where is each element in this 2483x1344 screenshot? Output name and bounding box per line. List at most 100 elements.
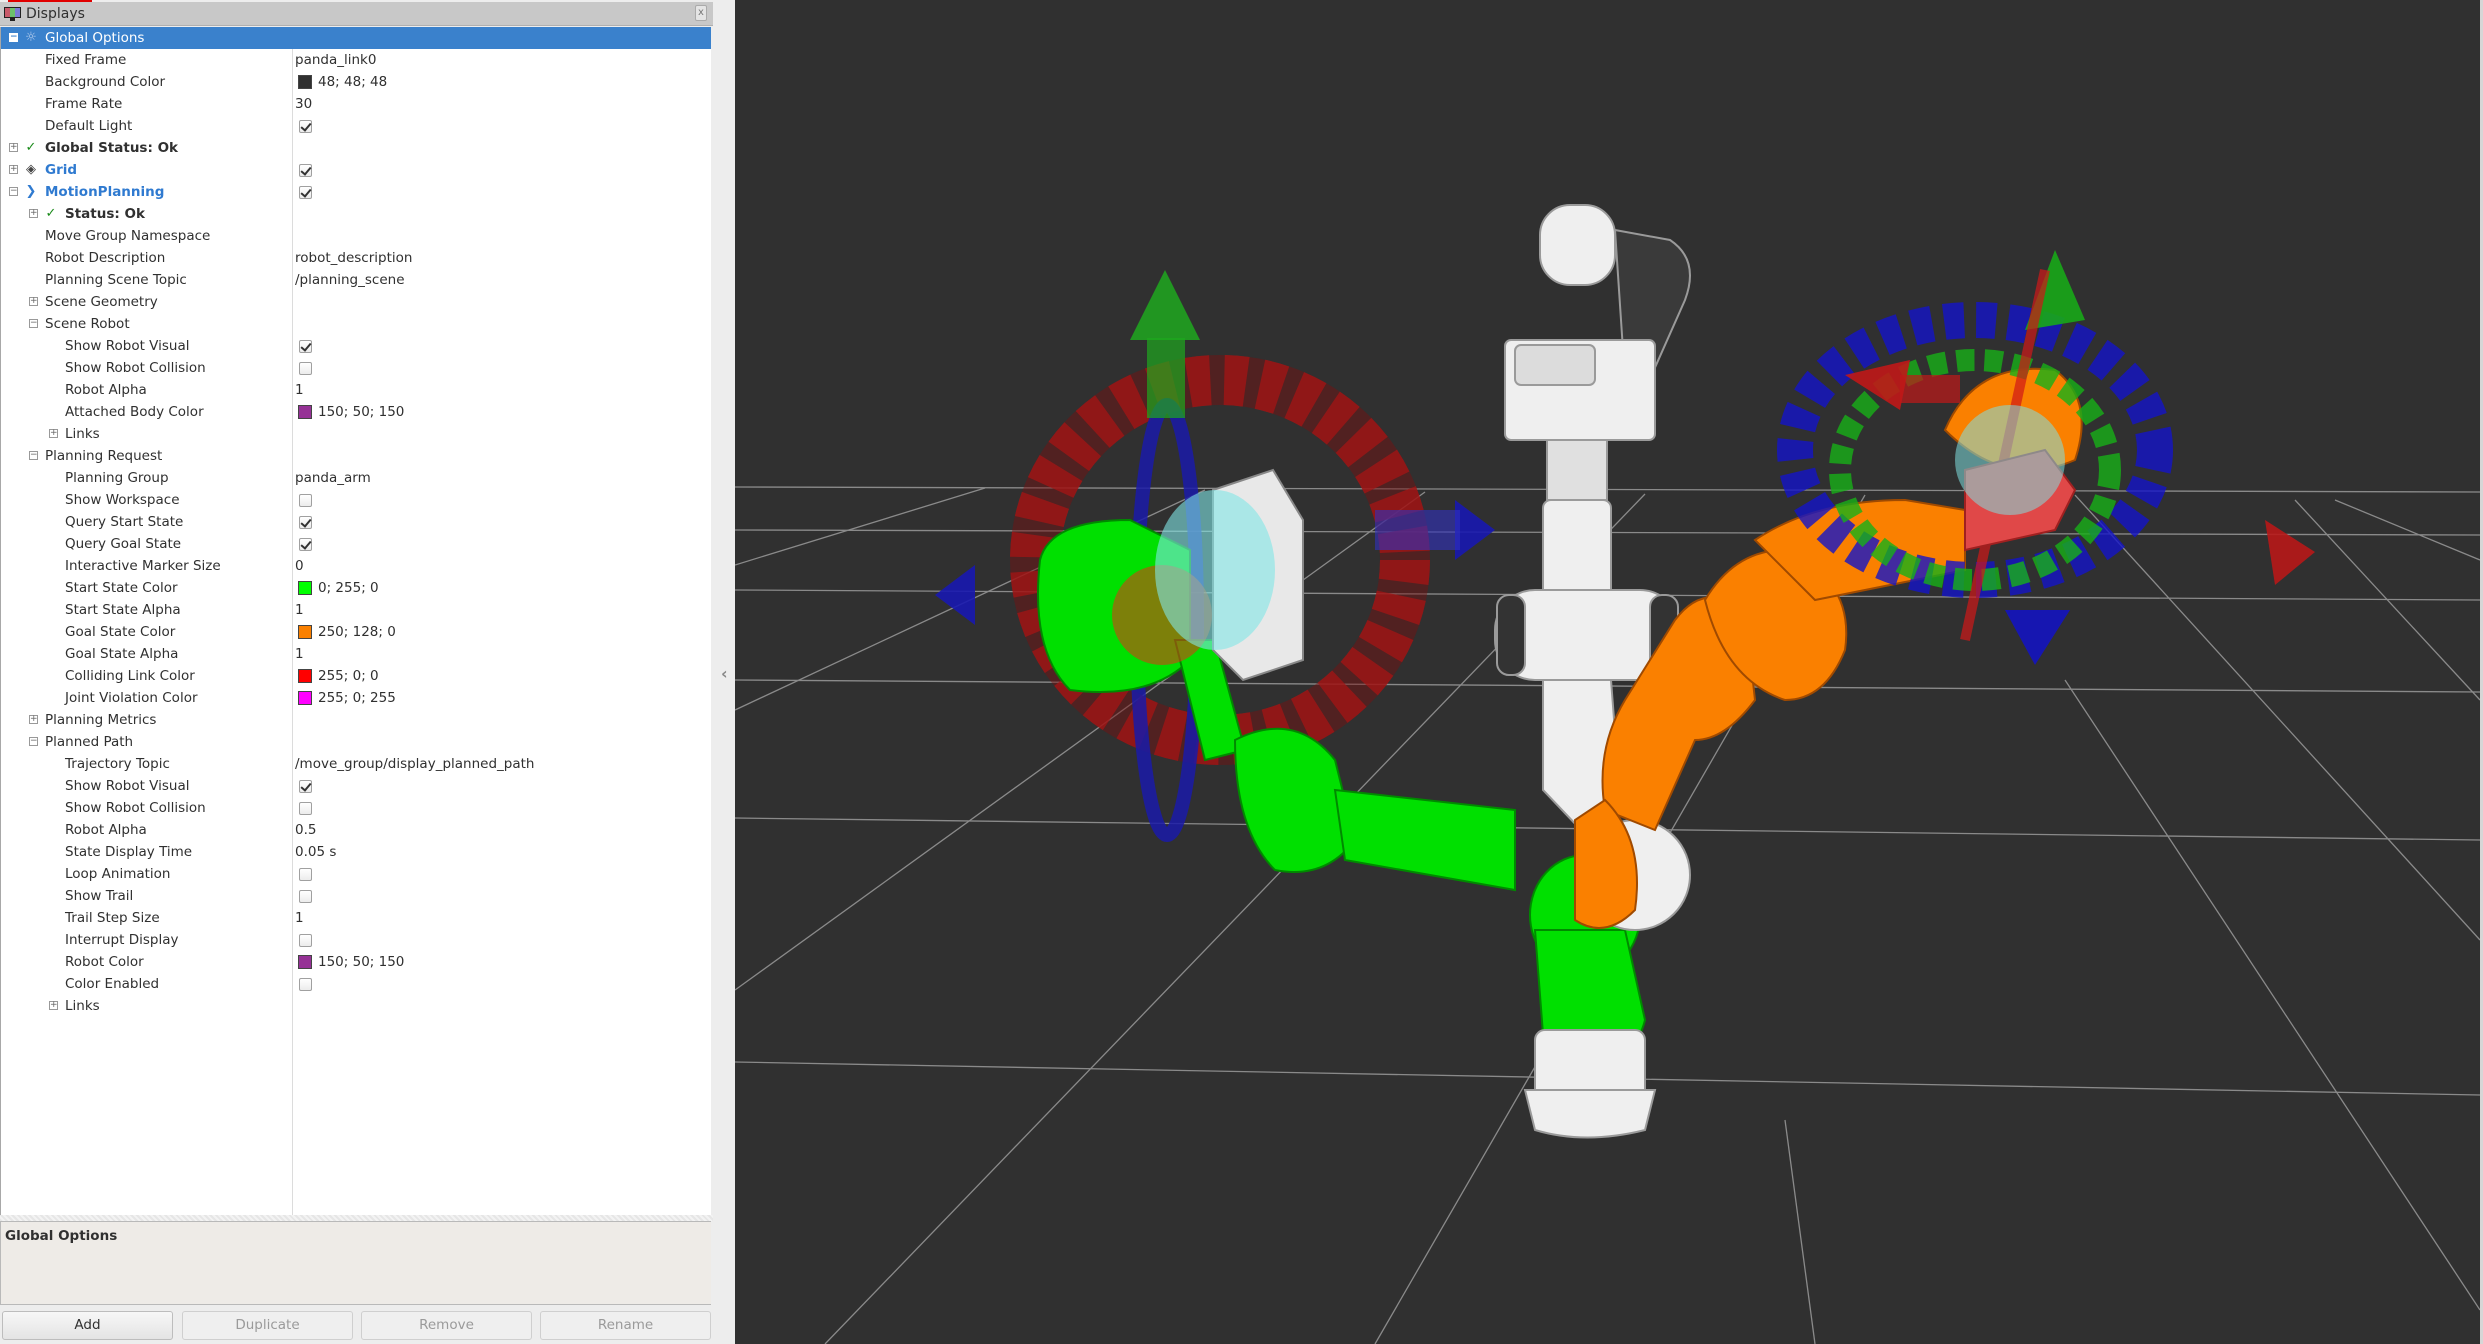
color-swatch[interactable] — [298, 955, 312, 969]
displays-tree[interactable]: − ☼ Global Options Fixed Frame panda_link0 Ba… — [0, 27, 711, 1215]
tree-row-attached-body-color[interactable]: Attached Body Color 150; 50; 150 — [1, 401, 711, 423]
tree-row-robot-alpha[interactable]: Robot Alpha 1 — [1, 379, 711, 401]
property-value[interactable]: 1 — [295, 907, 304, 929]
tree-row-loop-animation[interactable]: Loop Animation — [1, 863, 711, 885]
tree-row-status-ok[interactable]: + ✓ Status: Ok — [1, 203, 711, 225]
checkbox-checked[interactable] — [299, 185, 312, 199]
collapse-icon[interactable]: − — [29, 451, 38, 460]
property-value[interactable]: /move_group/display_planned_path — [295, 753, 534, 775]
tree-row-planned-path[interactable]: − Planned Path — [1, 731, 711, 753]
checkbox-unchecked[interactable] — [299, 867, 312, 881]
tree-row-fixed-frame[interactable]: Fixed Frame panda_link0 — [1, 49, 711, 71]
tree-row-scene-geometry[interactable]: + Scene Geometry — [1, 291, 711, 313]
property-value[interactable]: 150; 50; 150 — [295, 951, 404, 973]
expand-icon[interactable]: + — [29, 297, 38, 306]
property-value[interactable]: 255; 0; 255 — [295, 687, 396, 709]
displays-panel-header[interactable]: Displays x — [0, 2, 713, 26]
collapse-icon[interactable]: − — [9, 187, 18, 196]
tree-row-planning-scene-topic[interactable]: Planning Scene Topic/planning_scene — [1, 269, 711, 291]
property-value[interactable] — [295, 929, 312, 951]
tree-row-color-enabled[interactable]: Color Enabled — [1, 973, 711, 995]
tree-row-links[interactable]: + Links — [1, 995, 711, 1017]
expand-icon[interactable]: + — [49, 429, 58, 438]
tree-row-trajectory-topic[interactable]: Trajectory Topic/move_group/display_plan… — [1, 753, 711, 775]
checkbox-unchecked[interactable] — [299, 977, 312, 991]
tree-row-robot-color[interactable]: Robot Color 150; 50; 150 — [1, 951, 711, 973]
property-value[interactable]: 150; 50; 150 — [295, 401, 404, 423]
arrow-z-right[interactable] — [1455, 500, 1495, 560]
collapse-icon[interactable]: − — [29, 319, 38, 328]
expand-icon[interactable]: + — [9, 143, 18, 152]
checkbox-checked[interactable] — [299, 515, 312, 529]
tree-row-show-robot-collision[interactable]: Show Robot Collision — [1, 357, 711, 379]
expand-icon[interactable]: + — [29, 209, 38, 218]
checkbox-unchecked[interactable] — [299, 933, 312, 947]
property-value[interactable]: 0 — [295, 555, 304, 577]
arrow-z-down[interactable] — [2005, 610, 2070, 665]
tree-row-query-start-state[interactable]: Query Start State — [1, 511, 711, 533]
property-value[interactable] — [295, 511, 312, 533]
goal-state-interactive-marker[interactable] — [1777, 250, 2315, 665]
property-value[interactable] — [295, 489, 312, 511]
color-swatch[interactable] — [298, 581, 312, 595]
checkbox-unchecked[interactable] — [299, 889, 312, 903]
checkbox-unchecked[interactable] — [299, 801, 312, 815]
expand-icon[interactable]: + — [9, 165, 18, 174]
property-value[interactable] — [295, 797, 312, 819]
arrow-x-right[interactable] — [2265, 520, 2315, 585]
tree-row-goal-state-color[interactable]: Goal State Color 250; 128; 0 — [1, 621, 711, 643]
tree-row-state-display-time[interactable]: State Display Time 0.05 s — [1, 841, 711, 863]
tree-row-show-trail[interactable]: Show Trail — [1, 885, 711, 907]
property-value[interactable]: 1 — [295, 599, 304, 621]
collapse-icon[interactable]: − — [29, 737, 38, 746]
property-value[interactable]: 255; 0; 0 — [295, 665, 379, 687]
tree-row-global-options[interactable]: − ☼ Global Options — [1, 27, 711, 49]
property-value[interactable] — [295, 335, 312, 357]
remove-button[interactable]: Remove — [361, 1311, 532, 1340]
tree-row-background-color[interactable]: Background Color 48; 48; 48 — [1, 71, 711, 93]
tree-row-planning-metrics[interactable]: + Planning Metrics — [1, 709, 711, 731]
tree-row-planning-request[interactable]: − Planning Request — [1, 445, 711, 467]
tree-row-motionplanning[interactable]: − ❯ MotionPlanning — [1, 181, 711, 203]
collapse-panel-arrow-icon[interactable]: ‹ — [721, 664, 728, 683]
color-swatch[interactable] — [298, 691, 312, 705]
tree-row-move-group-namespace[interactable]: Move Group Namespace — [1, 225, 711, 247]
checkbox-checked[interactable] — [299, 779, 312, 793]
tree-row-start-state-color[interactable]: Start State Color 0; 255; 0 — [1, 577, 711, 599]
property-value[interactable]: 250; 128; 0 — [295, 621, 396, 643]
tree-row-global-status-ok[interactable]: + ✓ Global Status: Ok — [1, 137, 711, 159]
tree-row-links[interactable]: + Links — [1, 423, 711, 445]
tree-row-interactive-marker-size[interactable]: Interactive Marker Size 0 — [1, 555, 711, 577]
property-value[interactable] — [295, 357, 312, 379]
property-value[interactable] — [295, 973, 312, 995]
collapse-icon[interactable]: − — [9, 33, 18, 42]
property-value[interactable]: 30 — [295, 93, 312, 115]
color-swatch[interactable] — [298, 405, 312, 419]
property-value[interactable]: panda_link0 — [295, 49, 376, 71]
tree-row-goal-state-alpha[interactable]: Goal State Alpha 1 — [1, 643, 711, 665]
tree-row-colliding-link-color[interactable]: Colliding Link Color 255; 0; 0 — [1, 665, 711, 687]
expand-icon[interactable]: + — [49, 1001, 58, 1010]
property-value[interactable]: 0.05 s — [295, 841, 336, 863]
tree-row-show-workspace[interactable]: Show Workspace — [1, 489, 711, 511]
tree-row-scene-robot[interactable]: − Scene Robot — [1, 313, 711, 335]
property-value[interactable]: 0.5 — [295, 819, 316, 841]
tree-row-default-light[interactable]: Default Light — [1, 115, 711, 137]
panel-splitter[interactable]: ‹ — [713, 0, 735, 1344]
property-value[interactable]: robot_description — [295, 247, 412, 269]
property-value[interactable]: 0; 255; 0 — [295, 577, 379, 599]
arrow-z-left[interactable] — [935, 565, 975, 625]
tree-row-robot-description[interactable]: Robot Description robot_description — [1, 247, 711, 269]
property-value[interactable] — [295, 115, 312, 137]
tree-row-show-robot-visual[interactable]: Show Robot Visual — [1, 775, 711, 797]
property-value[interactable]: /planning_scene — [295, 269, 405, 291]
tree-row-frame-rate[interactable]: Frame Rate 30 — [1, 93, 711, 115]
property-value[interactable] — [295, 533, 312, 555]
checkbox-checked[interactable] — [299, 119, 312, 133]
scene-render[interactable] — [735, 0, 2480, 1344]
checkbox-checked[interactable] — [299, 537, 312, 551]
tree-row-joint-violation-color[interactable]: Joint Violation Color 255; 0; 255 — [1, 687, 711, 709]
property-value[interactable] — [295, 885, 312, 907]
checkbox-checked[interactable] — [299, 163, 312, 177]
property-value[interactable]: 1 — [295, 379, 304, 401]
